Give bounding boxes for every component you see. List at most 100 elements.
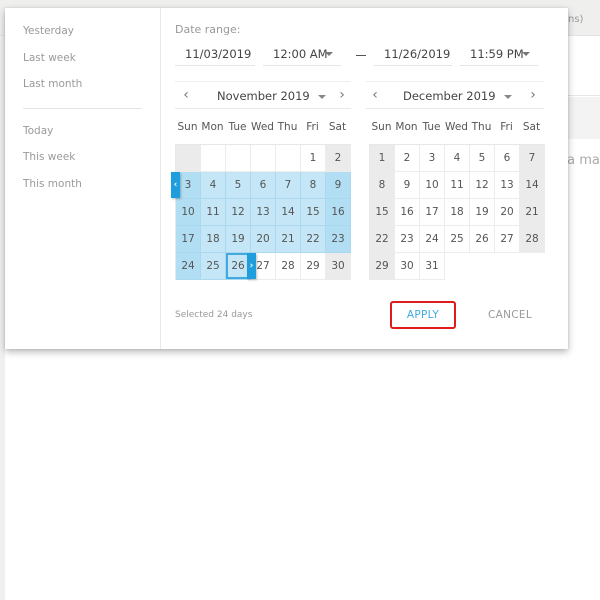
day-cell[interactable]: 3 — [420, 145, 445, 172]
day-cell[interactable]: 6 — [495, 145, 520, 172]
range-end-handle[interactable]: › — [247, 253, 256, 279]
day-cell[interactable]: 18 — [445, 199, 470, 226]
day-number: 22 — [306, 233, 320, 245]
day-cell[interactable]: 17 — [420, 199, 445, 226]
day-cell[interactable]: 29 — [301, 253, 326, 280]
day-number: 13 — [500, 179, 514, 191]
day-cell[interactable]: 29 — [370, 253, 395, 280]
day-cell[interactable]: 4 — [201, 172, 226, 199]
end-time-select[interactable]: 11:59 PM — [460, 44, 538, 66]
day-cell[interactable]: 30 — [395, 253, 420, 280]
day-number: 19 — [475, 206, 489, 218]
preset-yesterday[interactable]: Yesterday — [5, 22, 160, 49]
preset-last-week[interactable]: Last week — [5, 49, 160, 76]
day-cell[interactable]: 2 — [395, 145, 420, 172]
day-cell[interactable]: 12 — [470, 172, 495, 199]
day-cell[interactable]: 28 — [520, 226, 545, 253]
day-cell[interactable]: 5 — [226, 172, 251, 199]
day-cell[interactable]: 2 — [326, 145, 351, 172]
day-cell[interactable]: 10 — [420, 172, 445, 199]
day-cell[interactable]: 30 — [326, 253, 351, 280]
prev-month-icon[interactable]: ‹ — [368, 87, 382, 103]
day-cell[interactable]: 27 — [495, 226, 520, 253]
day-cell[interactable]: 14 — [276, 199, 301, 226]
day-cell[interactable]: 16 — [326, 199, 351, 226]
next-month-icon[interactable]: › — [335, 87, 349, 103]
day-number: 3 — [184, 179, 192, 191]
day-cell[interactable]: 13 — [251, 199, 276, 226]
day-cell[interactable]: 1 — [370, 145, 395, 172]
day-cell[interactable]: 11 — [201, 199, 226, 226]
selected-days-text: Selected 24 days — [175, 310, 253, 320]
day-cell[interactable]: 12 — [226, 199, 251, 226]
day-cell[interactable]: 25 — [445, 226, 470, 253]
day-cell[interactable]: 19 — [470, 199, 495, 226]
day-cell[interactable]: 9 — [326, 172, 351, 199]
start-time-select[interactable]: 12:00 AM — [263, 44, 341, 66]
day-cell[interactable]: 10 — [176, 199, 201, 226]
day-cell[interactable]: 24 — [176, 253, 201, 280]
cancel-button[interactable]: CANCEL — [477, 301, 543, 329]
day-number: 14 — [281, 206, 295, 218]
range-separator — [356, 55, 366, 56]
day-cell[interactable]: 14 — [520, 172, 545, 199]
day-number: 15 — [306, 206, 320, 218]
day-cell[interactable]: 23 — [326, 226, 351, 253]
day-number: 8 — [309, 179, 317, 191]
day-cell[interactable]: 13 — [495, 172, 520, 199]
end-time-value: 11:59 PM — [470, 47, 524, 61]
apply-button[interactable]: APPLY — [390, 301, 456, 329]
day-cell[interactable]: 31 — [420, 253, 445, 280]
day-cell[interactable]: 25 — [201, 253, 226, 280]
day-cell[interactable]: 22 — [301, 226, 326, 253]
next-month-icon[interactable]: › — [526, 87, 540, 103]
prev-month-icon[interactable]: ‹ — [179, 87, 193, 103]
day-cell[interactable]: 15 — [301, 199, 326, 226]
month-title-right[interactable]: December 2019 — [403, 89, 512, 103]
day-cell[interactable]: 1 — [301, 145, 326, 172]
day-cell[interactable]: 21 — [276, 226, 301, 253]
day-number: 19 — [231, 233, 245, 245]
day-cell[interactable]: 8 — [301, 172, 326, 199]
day-cell[interactable]: 11 — [445, 172, 470, 199]
range-start-handle[interactable]: ‹ — [171, 172, 180, 198]
day-cell[interactable]: 8 — [370, 172, 395, 199]
day-number: 11 — [206, 206, 220, 218]
day-cell[interactable]: 26 › — [226, 253, 256, 280]
weekday-header: Sun Mon Tue Wed Thu Fri Sat — [369, 121, 545, 144]
day-number: 26 — [475, 233, 489, 245]
calendar-december: Sun Mon Tue Wed Thu Fri Sat 1 2 3 4 5 6 7 8 9 10 1… — [369, 121, 545, 280]
preset-today[interactable]: Today — [5, 122, 160, 149]
day-cell[interactable]: 28 — [276, 253, 301, 280]
day-cell[interactable]: 19 — [226, 226, 251, 253]
day-cell[interactable]: 4 — [445, 145, 470, 172]
end-date-input[interactable]: 11/26/2019 — [374, 44, 452, 66]
day-cell[interactable]: 20 — [251, 226, 276, 253]
preset-this-week[interactable]: This week — [5, 148, 160, 175]
day-cell[interactable]: 21 — [520, 199, 545, 226]
day-cell[interactable]: 3 ‹ — [171, 172, 201, 199]
day-cell[interactable]: 6 — [251, 172, 276, 199]
day-cell[interactable]: 23 — [395, 226, 420, 253]
preset-last-month[interactable]: Last month — [5, 75, 160, 102]
day-cell[interactable]: 20 — [495, 199, 520, 226]
day-cell[interactable]: 9 — [395, 172, 420, 199]
preset-this-month[interactable]: This month — [5, 175, 160, 202]
chevron-down-icon — [522, 52, 530, 56]
day-cell[interactable]: 16 — [395, 199, 420, 226]
day-cell[interactable]: 15 — [370, 199, 395, 226]
day-cell[interactable]: 5 — [470, 145, 495, 172]
day-cell[interactable]: 17 — [176, 226, 201, 253]
day-cell[interactable]: 7 — [520, 145, 545, 172]
empty-day-cell — [276, 145, 301, 172]
day-cell[interactable]: 24 — [420, 226, 445, 253]
day-cell[interactable]: 22 — [370, 226, 395, 253]
day-cell[interactable]: 26 — [470, 226, 495, 253]
empty-day-cell — [251, 145, 276, 172]
start-date-input[interactable]: 11/03/2019 — [175, 44, 255, 66]
month-title-left[interactable]: November 2019 — [217, 89, 326, 103]
day-cell[interactable]: 18 — [201, 226, 226, 253]
weekday-label: Sat — [522, 121, 541, 133]
day-number: 23 — [331, 233, 345, 245]
day-cell[interactable]: 7 — [276, 172, 301, 199]
